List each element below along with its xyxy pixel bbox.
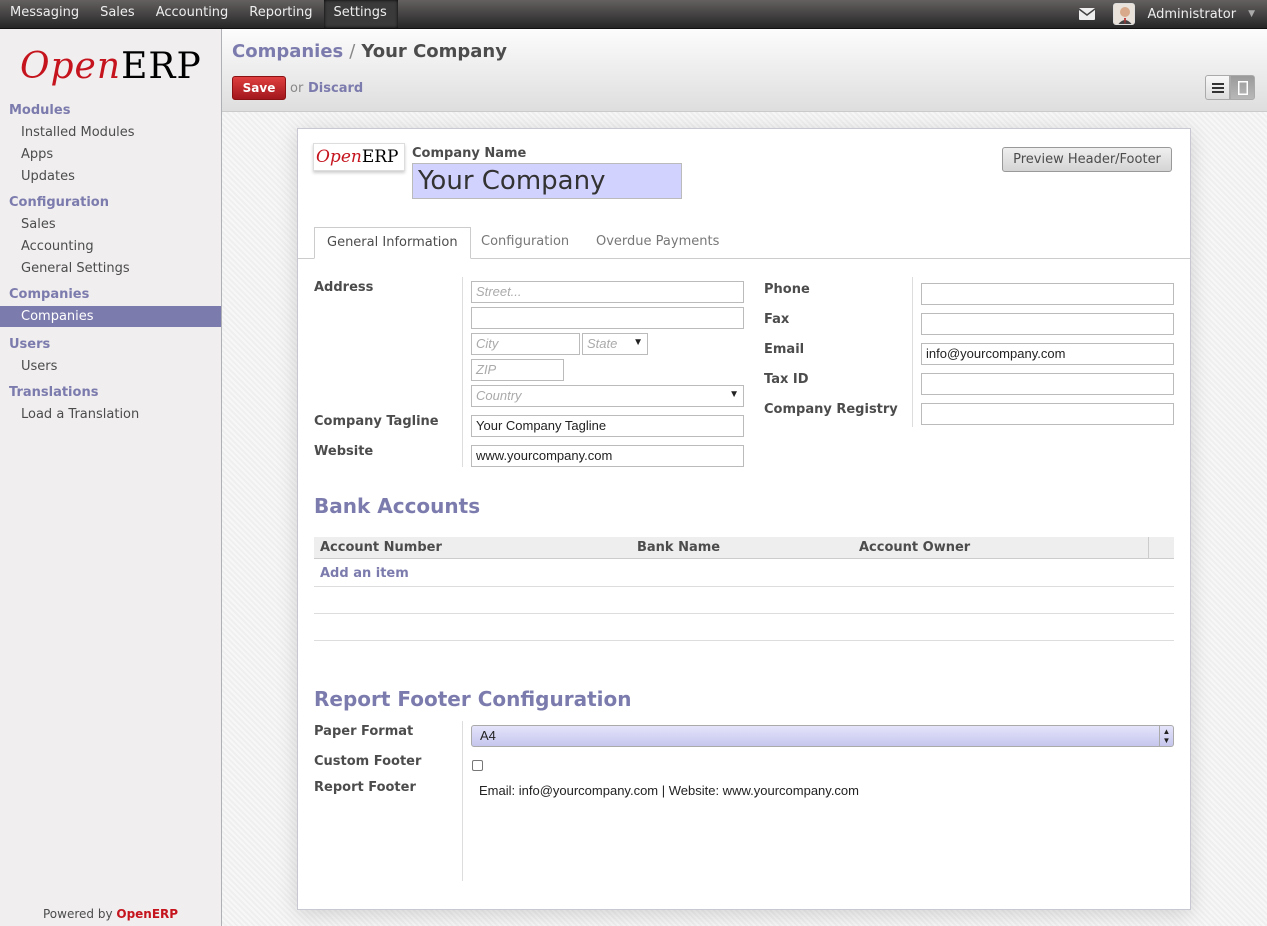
address-label: Address: [314, 280, 374, 295]
dropdown-arrow-icon: ▼: [633, 337, 643, 348]
menu-accounting[interactable]: Accounting: [146, 0, 240, 28]
column-account-owner[interactable]: Account Owner: [859, 540, 970, 555]
divider: [314, 640, 1174, 641]
openerp-logo[interactable]: OpenERP: [20, 45, 202, 89]
form-view-icon[interactable]: [1230, 75, 1255, 100]
view-header: Companies / Your Company Save or Discard: [222, 29, 1267, 112]
website-label: Website: [314, 444, 374, 459]
tab-configuration[interactable]: Configuration: [481, 227, 569, 259]
sidebar-item-accounting[interactable]: Accounting: [21, 239, 94, 254]
chevron-down-icon[interactable]: ▼: [1248, 9, 1255, 19]
paper-format-select[interactable]: A4 ▲ ▼: [471, 725, 1174, 747]
report-footer-text: Email: info@yourcompany.com | Website: w…: [479, 783, 859, 798]
sidebar-item-installed-modules[interactable]: Installed Modules: [21, 125, 135, 140]
company-tagline-label: Company Tagline: [314, 414, 439, 429]
sidebar: OpenERP Modules Installed Modules Apps U…: [0, 29, 222, 926]
sidebar-item-users[interactable]: Users: [21, 359, 57, 374]
sidebar-item-updates[interactable]: Updates: [21, 169, 75, 184]
tax-id-label: Tax ID: [764, 372, 809, 387]
phone-input[interactable]: [921, 283, 1174, 305]
sidebar-section-users: Users: [9, 337, 51, 352]
tax-id-input[interactable]: [921, 373, 1174, 395]
or-text: or: [290, 81, 304, 96]
state-select[interactable]: State ▼: [582, 333, 648, 355]
sidebar-section-modules: Modules: [9, 103, 71, 118]
street2-input[interactable]: [471, 307, 744, 329]
column-bank-name[interactable]: Bank Name: [637, 540, 720, 555]
bank-accounts-title: Bank Accounts: [314, 494, 481, 518]
add-an-item-link[interactable]: Add an item: [320, 566, 409, 581]
dropdown-arrow-icon: ▼: [729, 389, 739, 400]
save-button[interactable]: Save: [232, 76, 286, 100]
company-name-label: Company Name: [412, 146, 527, 161]
menu-settings[interactable]: Settings: [323, 0, 398, 28]
sidebar-section-configuration: Configuration: [9, 195, 109, 210]
street-input[interactable]: Street...: [471, 281, 744, 303]
select-arrows-icon: ▲ ▼: [1159, 726, 1173, 746]
website-input[interactable]: www.yourcompany.com: [471, 445, 744, 467]
menu-sales[interactable]: Sales: [90, 0, 146, 28]
list-view-icon[interactable]: [1205, 75, 1230, 100]
report-footer-title: Report Footer Configuration: [314, 687, 632, 711]
user-area: Administrator ▼: [1079, 0, 1255, 28]
form-tabs: General Information Configuration Overdu…: [298, 227, 1190, 259]
sidebar-section-translations: Translations: [9, 385, 99, 400]
form-sheet: OpenERP Company Name Your Company Previe…: [297, 128, 1191, 910]
breadcrumb-companies[interactable]: Companies: [232, 41, 343, 62]
tab-general-information[interactable]: General Information: [314, 227, 471, 259]
sidebar-item-general-settings[interactable]: General Settings: [21, 261, 130, 276]
preview-header-footer-button[interactable]: Preview Header/Footer: [1002, 147, 1172, 172]
tab-overdue-payments[interactable]: Overdue Payments: [596, 227, 719, 259]
view-switcher: [1205, 75, 1255, 100]
sidebar-section-companies: Companies: [9, 287, 90, 302]
divider: [462, 277, 463, 467]
divider: [314, 613, 1174, 614]
menu-reporting[interactable]: Reporting: [239, 0, 323, 28]
menu-messaging[interactable]: Messaging: [0, 0, 90, 28]
openerp-link[interactable]: OpenERP: [116, 907, 178, 921]
user-avatar[interactable]: [1113, 3, 1136, 25]
divider: [462, 721, 463, 881]
sidebar-item-load-translation[interactable]: Load a Translation: [21, 407, 139, 422]
custom-footer-label: Custom Footer: [314, 754, 422, 769]
divider: [1148, 537, 1149, 559]
powered-by: Powered by OpenERP: [43, 907, 179, 921]
paper-format-label: Paper Format: [314, 724, 414, 739]
company-tagline-input[interactable]: Your Company Tagline: [471, 415, 744, 437]
zip-input[interactable]: ZIP: [471, 359, 564, 381]
main-menu: Messaging Sales Accounting Reporting Set…: [0, 0, 398, 28]
country-select[interactable]: Country ▼: [471, 385, 744, 407]
company-logo[interactable]: OpenERP: [313, 143, 405, 171]
column-account-number[interactable]: Account Number: [320, 540, 442, 555]
fax-label: Fax: [764, 312, 790, 327]
top-menu-bar: Messaging Sales Accounting Reporting Set…: [0, 0, 1267, 29]
report-footer-label: Report Footer: [314, 780, 416, 795]
company-registry-label: Company Registry: [764, 402, 898, 417]
email-input[interactable]: info@yourcompany.com: [921, 343, 1174, 365]
sidebar-item-sales[interactable]: Sales: [21, 217, 56, 232]
discard-button[interactable]: Discard: [308, 81, 363, 96]
sidebar-item-apps[interactable]: Apps: [21, 147, 53, 162]
fax-input[interactable]: [921, 313, 1174, 335]
breadcrumb: Companies / Your Company: [232, 41, 507, 62]
mail-icon[interactable]: [1079, 8, 1096, 20]
divider: [912, 277, 913, 427]
sidebar-item-companies[interactable]: Companies: [0, 306, 221, 327]
city-input[interactable]: City: [471, 333, 580, 355]
breadcrumb-current: Your Company: [361, 41, 507, 62]
bank-accounts-table-header: Account Number Bank Name Account Owner: [314, 537, 1174, 559]
custom-footer-checkbox[interactable]: [472, 760, 483, 771]
divider: [314, 586, 1174, 587]
user-name[interactable]: Administrator: [1147, 7, 1236, 22]
company-registry-input[interactable]: [921, 403, 1174, 425]
company-name-input[interactable]: Your Company: [412, 163, 682, 199]
phone-label: Phone: [764, 282, 810, 297]
email-label: Email: [764, 342, 805, 357]
